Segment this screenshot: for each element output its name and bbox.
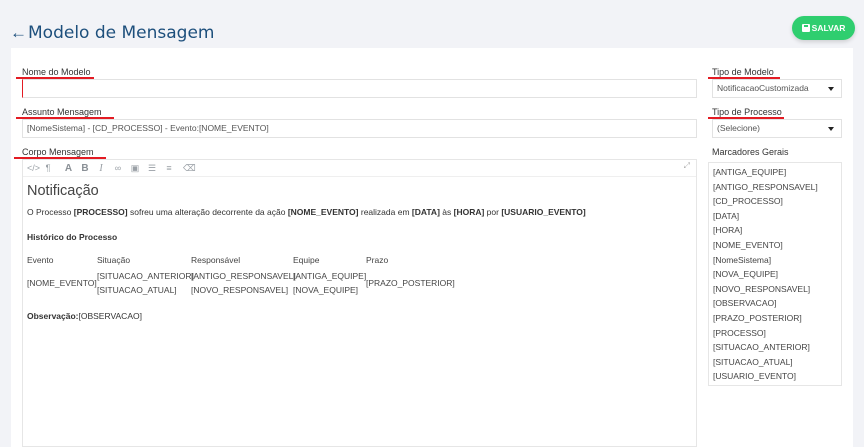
marker-item[interactable]: [PROCESSO]: [709, 326, 841, 341]
table-header-equipe: Equipe: [293, 255, 320, 265]
assunto-input[interactable]: [NomeSistema] - [CD_PROCESSO] - Evento:[…: [22, 119, 697, 138]
marker-item[interactable]: [NOVA_EQUIPE]: [709, 267, 841, 282]
tipo-processo-value: (Selecione): [717, 123, 760, 133]
message-body-editor[interactable]: </> ¶ A B I ∞ ▣ ☰ ≡ ⌫ ⤢ Notificação O Pr…: [22, 159, 697, 447]
table-cell-situacao-atual: [SITUACAO_ATUAL]: [97, 285, 177, 295]
marker-item[interactable]: [PRAZO_POSTERIOR]: [709, 311, 841, 326]
table-cell-nova-equipe: [NOVA_EQUIPE]: [293, 285, 359, 295]
chevron-down-icon: [828, 87, 834, 91]
markers-list: [ANTIGA_EQUIPE] [ANTIGO_RESPONSAVEL] [CD…: [708, 162, 842, 386]
table-cell-novo-responsavel: [NOVO_RESPONSAVEL]: [191, 285, 289, 295]
marker-item[interactable]: [NOVO_RESPONSAVEL]: [709, 282, 841, 297]
marker-item[interactable]: [ANTIGO_RESPONSAVEL]: [709, 180, 841, 195]
marcadores-label: Marcadores Gerais: [712, 147, 789, 157]
table-cell-situacao-anterior: [SITUACAO_ANTERIOR]: [97, 271, 194, 281]
italic-icon[interactable]: I: [98, 163, 104, 174]
image-icon[interactable]: ▣: [130, 163, 140, 174]
marker-item[interactable]: [NomeSistema]: [709, 253, 841, 268]
paragraph-icon[interactable]: ¶: [44, 163, 52, 174]
chevron-down-icon: [828, 127, 834, 131]
floppy-icon: [801, 24, 810, 32]
table-cell-antiga-equipe: [ANTIGA_EQUIPE]: [293, 271, 367, 281]
table-header-responsavel: Responsável: [191, 255, 241, 265]
numbered-list-icon[interactable]: ≡: [164, 163, 174, 174]
arrow-left-icon[interactable]: ←: [10, 23, 27, 43]
clear-format-icon[interactable]: ⌫: [183, 163, 196, 174]
bullet-list-icon[interactable]: ☰: [147, 163, 157, 174]
marker-item[interactable]: [OBSERVACAO]: [709, 296, 841, 311]
marker-item[interactable]: [NOME_EVENTO]: [709, 238, 841, 253]
marker-item[interactable]: [SITUACAO_ANTERIOR]: [709, 340, 841, 355]
table-header-prazo: Prazo: [366, 255, 389, 265]
observacao-line: Observação:[OBSERVACAO]: [27, 311, 142, 321]
historico-heading: Histórico do Processo: [27, 232, 118, 242]
table-header-evento: Evento: [27, 255, 54, 265]
marker-item[interactable]: [CD_PROCESSO]: [709, 194, 841, 209]
code-icon[interactable]: </>: [27, 163, 40, 174]
save-button[interactable]: SALVAR: [792, 16, 855, 40]
save-button-label: SALVAR: [811, 23, 846, 33]
marker-item[interactable]: [USUARIO_EVENTO]: [709, 369, 841, 384]
table-header-situacao: Situação: [97, 255, 131, 265]
table-cell-antigo-responsavel: [ANTIGO_RESPONSAVEL]: [191, 271, 296, 281]
editor-toolbar: </> ¶ A B I ∞ ▣ ☰ ≡ ⌫ ⤢: [23, 160, 696, 177]
tipo-processo-select[interactable]: (Selecione): [712, 119, 842, 138]
bold-icon[interactable]: B: [81, 163, 89, 174]
page-title: Modelo de Mensagem: [28, 23, 215, 43]
tipo-modelo-select[interactable]: NotificacaoCustomizada: [712, 79, 842, 98]
link-icon[interactable]: ∞: [113, 163, 123, 174]
tipo-modelo-value: NotificacaoCustomizada: [717, 83, 809, 93]
page-header: ← Modelo de Mensagem SALVAR: [0, 0, 864, 48]
marker-item[interactable]: [DATA]: [709, 209, 841, 224]
marker-item[interactable]: [ANTIGA_EQUIPE]: [709, 165, 841, 180]
notification-paragraph: O Processo [PROCESSO] sofreu uma alteraç…: [27, 207, 586, 217]
table-cell-evento: [NOME_EVENTO]: [27, 278, 97, 288]
expand-icon[interactable]: ⤢: [684, 162, 690, 170]
table-cell-prazo: [PRAZO_POSTERIOR]: [366, 278, 455, 288]
nome-modelo-input[interactable]: [22, 79, 697, 98]
marker-item[interactable]: [SITUACAO_ATUAL]: [709, 355, 841, 370]
notification-heading: Notificação: [27, 183, 99, 199]
marker-item[interactable]: [HORA]: [709, 223, 841, 238]
font-size-icon[interactable]: A: [64, 163, 73, 174]
